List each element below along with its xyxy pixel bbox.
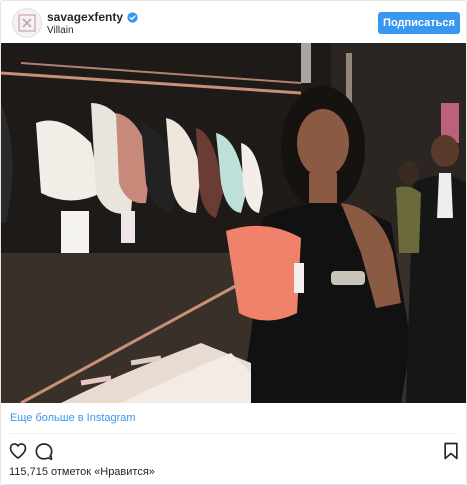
post-photo[interactable] (1, 43, 466, 403)
more-on-instagram-link[interactable]: Еще больше в Instagram (10, 412, 136, 424)
comment-button[interactable] (34, 441, 54, 461)
username[interactable]: savagexfenty (47, 10, 123, 24)
instagram-embed-card: savagexfenty Villain Подписаться Еще бол… (0, 0, 467, 485)
divider (10, 433, 457, 434)
username-row: savagexfenty (47, 10, 138, 24)
likes-count[interactable]: 115,715 отметок «Нравится» (9, 466, 155, 478)
bookmark-icon (444, 442, 458, 460)
verified-badge-icon (127, 11, 138, 23)
save-button[interactable] (441, 441, 461, 461)
like-button[interactable] (8, 441, 28, 461)
heart-icon (9, 443, 27, 459)
follow-button[interactable]: Подписаться (378, 12, 460, 34)
comment-bubble-icon (35, 443, 53, 461)
location-label[interactable]: Villain (47, 25, 74, 36)
avatar[interactable] (12, 8, 42, 38)
savagex-logo-icon (18, 14, 36, 32)
post-header: savagexfenty Villain Подписаться (1, 1, 466, 43)
post-photo-image (1, 43, 466, 403)
